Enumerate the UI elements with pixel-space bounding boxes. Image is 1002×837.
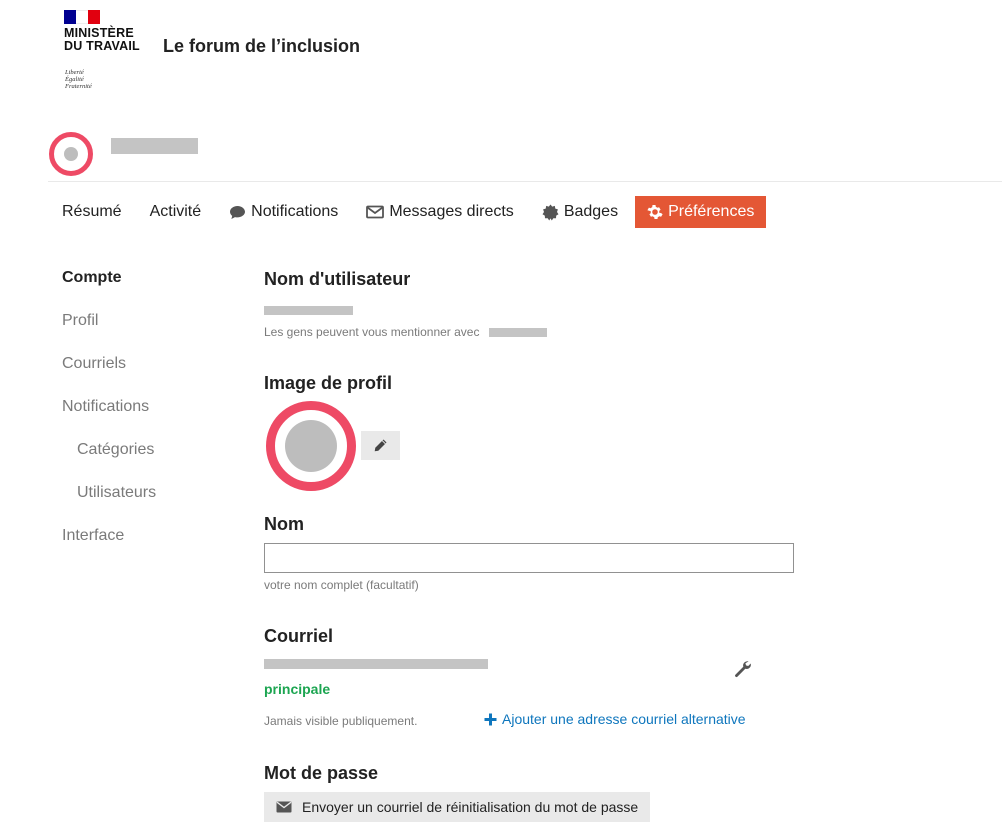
motto-egalite: Égalité (65, 76, 84, 83)
sidebar-item-compte[interactable]: Compte (62, 264, 242, 307)
sidebar-item-categories[interactable]: Catégories (62, 436, 242, 479)
sidebar-item-profil[interactable]: Profil (62, 307, 242, 350)
profile-avatar (266, 401, 356, 491)
user-nav: Résumé Activité Notifications Messages d… (48, 196, 767, 228)
tab-label: Activité (149, 203, 202, 220)
wrench-icon (735, 661, 751, 678)
username-title: Nom d'utilisateur (264, 269, 411, 289)
certificate-icon (542, 204, 559, 220)
tab-label: Résumé (62, 203, 122, 220)
site-title[interactable]: Le forum de l’inclusion (163, 36, 360, 57)
tab-messages-directs[interactable]: Messages directs (352, 196, 528, 228)
republic-motto: Liberté Égalité Fraternité (65, 69, 92, 90)
name-hint: votre nom complet (facultatif) (264, 578, 419, 592)
envelope-icon (276, 801, 292, 813)
email-title: Courriel (264, 626, 334, 646)
tab-notifications[interactable]: Notifications (215, 196, 352, 228)
add-email-label: Ajouter une adresse courriel alternative (502, 711, 746, 727)
tab-label: Badges (563, 203, 619, 220)
flag-white-band (76, 10, 88, 24)
envelope-icon (366, 205, 385, 219)
ministry-line2: DU TRAVAIL (64, 39, 140, 53)
sidebar-item-interface[interactable]: Interface (62, 522, 242, 565)
password-title: Mot de passe (264, 763, 379, 783)
email-visibility-hint: Jamais visible publiquement. (264, 714, 418, 728)
gear-icon (647, 205, 663, 219)
name-title: Nom (264, 514, 304, 534)
profile-image-title: Image de profil (264, 373, 393, 393)
tab-activite[interactable]: Activité (136, 196, 216, 228)
avatar-placeholder (64, 147, 78, 161)
tab-label: Préférences (668, 203, 755, 220)
edit-avatar-button[interactable] (361, 431, 400, 460)
username-value-redacted (264, 306, 353, 315)
mention-handle-redacted (488, 328, 547, 338)
mention-hint-text: Les gens peuvent vous mentionner avec (264, 325, 480, 339)
flag-red-band (88, 10, 100, 24)
pencil-icon (374, 439, 387, 452)
full-name-input[interactable] (264, 543, 794, 573)
flag-blue-band (64, 10, 76, 24)
ministry-name: MINISTÈRE DU TRAVAIL (64, 27, 140, 53)
site-header: MINISTÈRE DU TRAVAIL Liberté Égalité Fra… (0, 0, 1002, 100)
primary-email-badge: principale (264, 681, 331, 697)
preferences-sidebar: Compte Profil Courriels Notifications Ca… (62, 264, 242, 565)
user-card (48, 118, 1002, 182)
comment-icon (230, 205, 246, 219)
french-flag-icon (64, 10, 100, 24)
sidebar-item-courriels[interactable]: Courriels (62, 350, 242, 393)
tab-label: Notifications (251, 203, 339, 220)
motto-fraternite: Fraternité (65, 83, 92, 90)
add-alternate-email-link[interactable]: Ajouter une adresse courriel alternative (484, 711, 746, 727)
email-value-redacted (264, 659, 488, 669)
tab-preferences[interactable]: Préférences (635, 196, 767, 228)
avatar[interactable] (49, 132, 93, 176)
reset-password-label: Envoyer un courriel de réinitialisation … (302, 799, 639, 815)
plus-icon (484, 713, 497, 725)
send-password-reset-button[interactable]: Envoyer un courriel de réinitialisation … (264, 792, 651, 822)
avatar-placeholder (285, 420, 337, 472)
tab-resume[interactable]: Résumé (48, 196, 136, 228)
email-settings-button[interactable] (734, 660, 752, 683)
sidebar-item-utilisateurs[interactable]: Utilisateurs (62, 479, 242, 522)
tab-badges[interactable]: Badges (528, 196, 632, 228)
tab-label: Messages directs (389, 203, 514, 220)
username-redacted (111, 138, 198, 154)
ministry-logo[interactable]: MINISTÈRE DU TRAVAIL Liberté Égalité Fra… (64, 10, 154, 90)
motto-liberte: Liberté (65, 69, 84, 76)
mention-hint: Les gens peuvent vous mentionner avec (264, 325, 547, 339)
sidebar-item-notifications[interactable]: Notifications (62, 393, 242, 436)
